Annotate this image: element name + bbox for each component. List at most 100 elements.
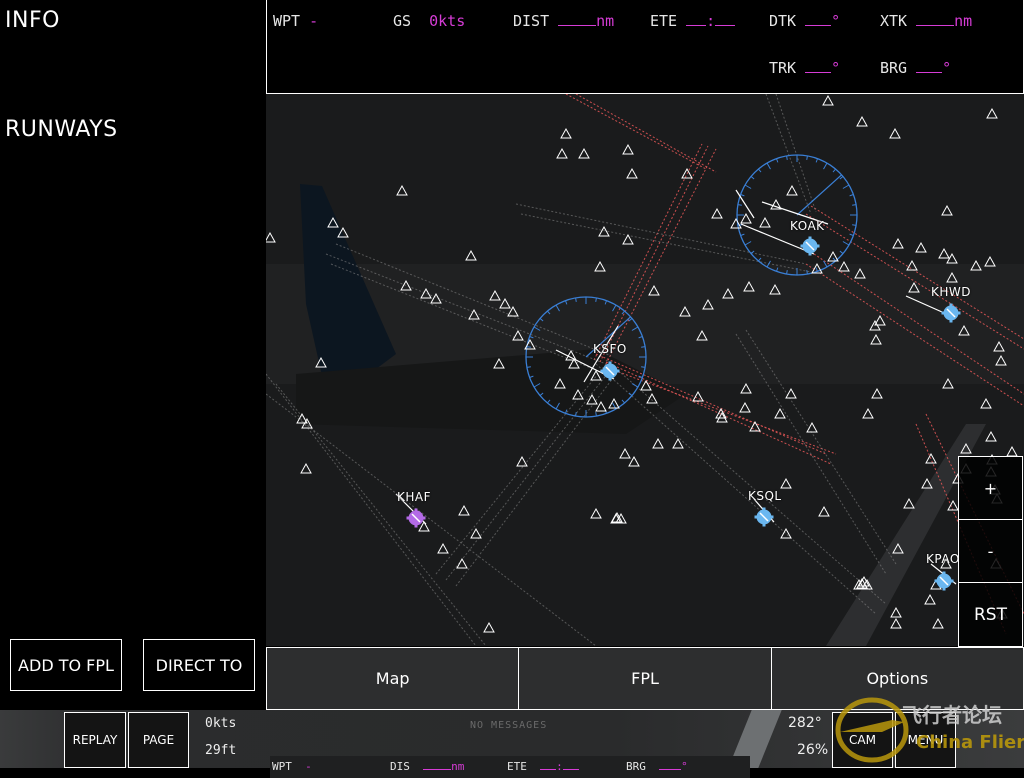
status-nav-strip: WPT - DIS nm ETE : BRG °: [270, 756, 750, 778]
info-panel: INFO RUNWAYS ADD TO FPL DIRECT TO: [0, 0, 266, 710]
compass-tick: [641, 366, 646, 368]
airport-tab: [762, 523, 766, 527]
waypoint-icon: [941, 204, 953, 216]
brg-blank: [916, 70, 943, 73]
direct-to-button[interactable]: DIRECT TO: [143, 639, 255, 691]
gs-label: GS: [393, 12, 412, 30]
waypoint-icon: [300, 462, 312, 474]
waypoint-icon: [437, 542, 449, 554]
menu-button[interactable]: MENU: [895, 712, 956, 768]
compass-tick: [744, 184, 752, 189]
compass-tick: [737, 204, 742, 206]
throttle-readout: 26%: [797, 742, 829, 758]
waypoint-icon: [780, 477, 792, 489]
ete-blank-m: [715, 23, 736, 26]
sb-ete-blank-m: [562, 767, 579, 770]
airport-tab: [600, 369, 604, 373]
airport-tab: [616, 369, 620, 373]
gs-field: GS 0kts: [393, 12, 465, 30]
messages-status: NO MESSAGES: [470, 720, 548, 731]
waypoint-icon: [470, 527, 482, 539]
xtk-unit: nm: [954, 12, 973, 30]
compass-tick: [842, 241, 850, 246]
waypoint-icon: [862, 407, 874, 419]
airport-tab: [414, 524, 418, 528]
waypoint-icon: [822, 94, 834, 106]
page-button[interactable]: PAGE: [128, 712, 189, 768]
airport-tab: [942, 587, 946, 591]
background-scenery: [266, 184, 1024, 646]
xtk-field: XTK nm: [880, 12, 972, 30]
sb-ete-label: ETE: [507, 760, 527, 773]
waypoint-icon: [672, 437, 684, 449]
trk-field: TRK °: [769, 59, 840, 77]
compass-tick: [849, 194, 854, 197]
airport-tab: [414, 508, 418, 512]
approach-path-line: [765, 94, 812, 215]
waypoint-icon: [938, 247, 950, 259]
zoom-out-button[interactable]: -: [958, 519, 1023, 583]
waypoint-icon: [980, 397, 992, 409]
tab-fpl[interactable]: FPL: [518, 648, 770, 709]
compass-tick: [575, 412, 577, 417]
waypoint-icon: [890, 606, 902, 618]
compass-tick: [595, 297, 597, 302]
map-canvas[interactable]: [266, 94, 1024, 646]
waypoint-icon: [516, 455, 528, 467]
compass-tick: [786, 270, 788, 275]
waypoint-icon: [483, 621, 495, 633]
dtk-deg: °: [831, 12, 841, 30]
compass-tick: [766, 162, 771, 170]
compass-tick: [641, 346, 646, 348]
airport-tab: [608, 377, 612, 381]
airport-tab: [770, 515, 774, 519]
waypoint-icon: [924, 593, 936, 605]
camera-button[interactable]: CAM: [832, 712, 893, 768]
brg-field: BRG °: [880, 59, 951, 77]
zoom-in-button[interactable]: +: [958, 456, 1023, 520]
ete-label: ETE: [650, 12, 678, 30]
tab-bar: Map FPL Options: [266, 647, 1024, 710]
airport-icon-kpao[interactable]: [934, 571, 954, 591]
tab-map[interactable]: Map: [266, 648, 518, 709]
airport-tab: [608, 361, 612, 365]
approach-path-line: [266, 393, 597, 646]
status-bar: REPLAY PAGE 0kts 29ft NO MESSAGES WPT - …: [0, 710, 1024, 778]
airport-icon-ksql[interactable]: [754, 507, 774, 527]
replay-button[interactable]: REPLAY: [64, 712, 126, 768]
sb-brg-label: BRG: [626, 760, 646, 773]
info-title: INFO: [5, 8, 60, 33]
airport-tab: [949, 303, 953, 307]
airport-label-khwd[interactable]: KHWD: [931, 285, 971, 299]
airport-icon-koak[interactable]: [800, 236, 820, 256]
compass-tick: [740, 194, 745, 197]
compass-tick: [806, 155, 808, 160]
speed-readout: 0kts: [205, 716, 237, 731]
sb-dis-blank: [423, 767, 452, 770]
airport-label-ksql[interactable]: KSQL: [748, 489, 782, 503]
airport-tab: [949, 319, 953, 323]
waypoint-icon: [759, 216, 771, 228]
heading-readout: 282°: [788, 715, 822, 731]
brg-deg: °: [942, 59, 952, 77]
airport-tab: [808, 236, 812, 240]
compass-tick: [839, 250, 844, 254]
airport-tab: [957, 311, 961, 315]
airport-tab: [934, 579, 938, 583]
airport-label-koak[interactable]: KOAK: [790, 219, 825, 233]
reset-map-button[interactable]: RST: [958, 582, 1023, 647]
dist-field: DIST nm: [513, 12, 614, 30]
airport-label-kpao[interactable]: KPAO: [926, 552, 960, 566]
compass-rose-koak: [736, 154, 858, 276]
wpt-label: WPT: [273, 12, 301, 30]
sb-ete-field: ETE :: [507, 760, 579, 773]
waypoint-icon: [985, 430, 997, 442]
tab-options[interactable]: Options: [770, 648, 1024, 709]
moving-map[interactable]: KSFO KOAK KHWD KHAF KSQL KPAO: [266, 94, 1024, 646]
airport-label-ksfo[interactable]: KSFO: [593, 342, 627, 356]
waypoint-icon: [871, 387, 883, 399]
add-to-fpl-button[interactable]: ADD TO FPL: [10, 639, 122, 691]
compass-tick: [852, 224, 857, 226]
waypoint-icon: [458, 504, 470, 516]
airport-label-khaf[interactable]: KHAF: [397, 490, 431, 504]
